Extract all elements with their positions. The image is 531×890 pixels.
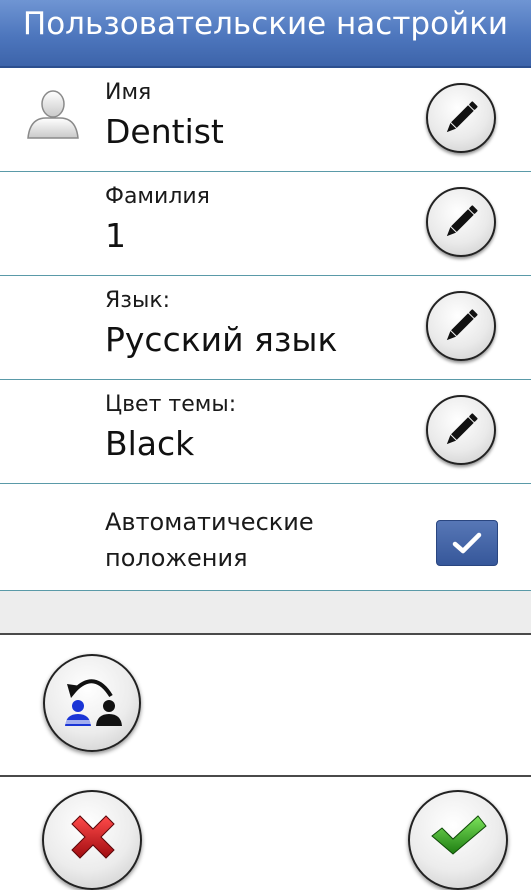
first-name-row: Имя Dentist [0, 68, 531, 172]
edit-theme-color-button[interactable] [426, 395, 496, 465]
checkmark-icon [431, 815, 487, 855]
pencil-icon [446, 101, 478, 133]
pencil-icon [446, 413, 478, 445]
last-name-row: Фамилия 1 [0, 172, 531, 276]
first-name-value: Dentist [105, 112, 224, 151]
cancel-button[interactable] [42, 790, 142, 890]
theme-color-row: Цвет темы: Black [0, 380, 531, 484]
last-name-label: Фамилия [105, 184, 210, 209]
language-row: Язык: Русский язык [0, 276, 531, 380]
page-title: Пользовательские настройки [22, 6, 509, 42]
separator-band [0, 591, 531, 635]
switch-profile-button[interactable] [43, 654, 141, 752]
edit-first-name-button[interactable] [426, 83, 496, 153]
title-bar: Пользовательские настройки [0, 0, 531, 68]
first-name-label: Имя [105, 80, 152, 105]
language-value: Русский язык [105, 320, 338, 359]
theme-color-label: Цвет темы: [105, 392, 237, 417]
checkmark-icon [452, 532, 482, 554]
user-icon [24, 88, 82, 144]
edit-language-button[interactable] [426, 291, 496, 361]
pencil-icon [446, 205, 478, 237]
auto-positions-row: Автоматические положения [0, 484, 531, 591]
switch-profile-icon [65, 679, 122, 726]
auto-positions-checkbox[interactable] [436, 520, 498, 566]
language-label: Язык: [105, 288, 171, 313]
last-name-value: 1 [105, 216, 126, 255]
bottom-divider [0, 775, 531, 777]
theme-color-value: Black [105, 424, 195, 463]
cross-icon [71, 815, 115, 859]
auto-positions-label-line2: положения [105, 544, 248, 572]
edit-last-name-button[interactable] [426, 187, 496, 257]
auto-positions-label-line1: Автоматические [105, 508, 314, 536]
pencil-icon [446, 309, 478, 341]
confirm-button[interactable] [408, 790, 508, 890]
auto-positions-label: Автоматические положения [105, 504, 314, 576]
